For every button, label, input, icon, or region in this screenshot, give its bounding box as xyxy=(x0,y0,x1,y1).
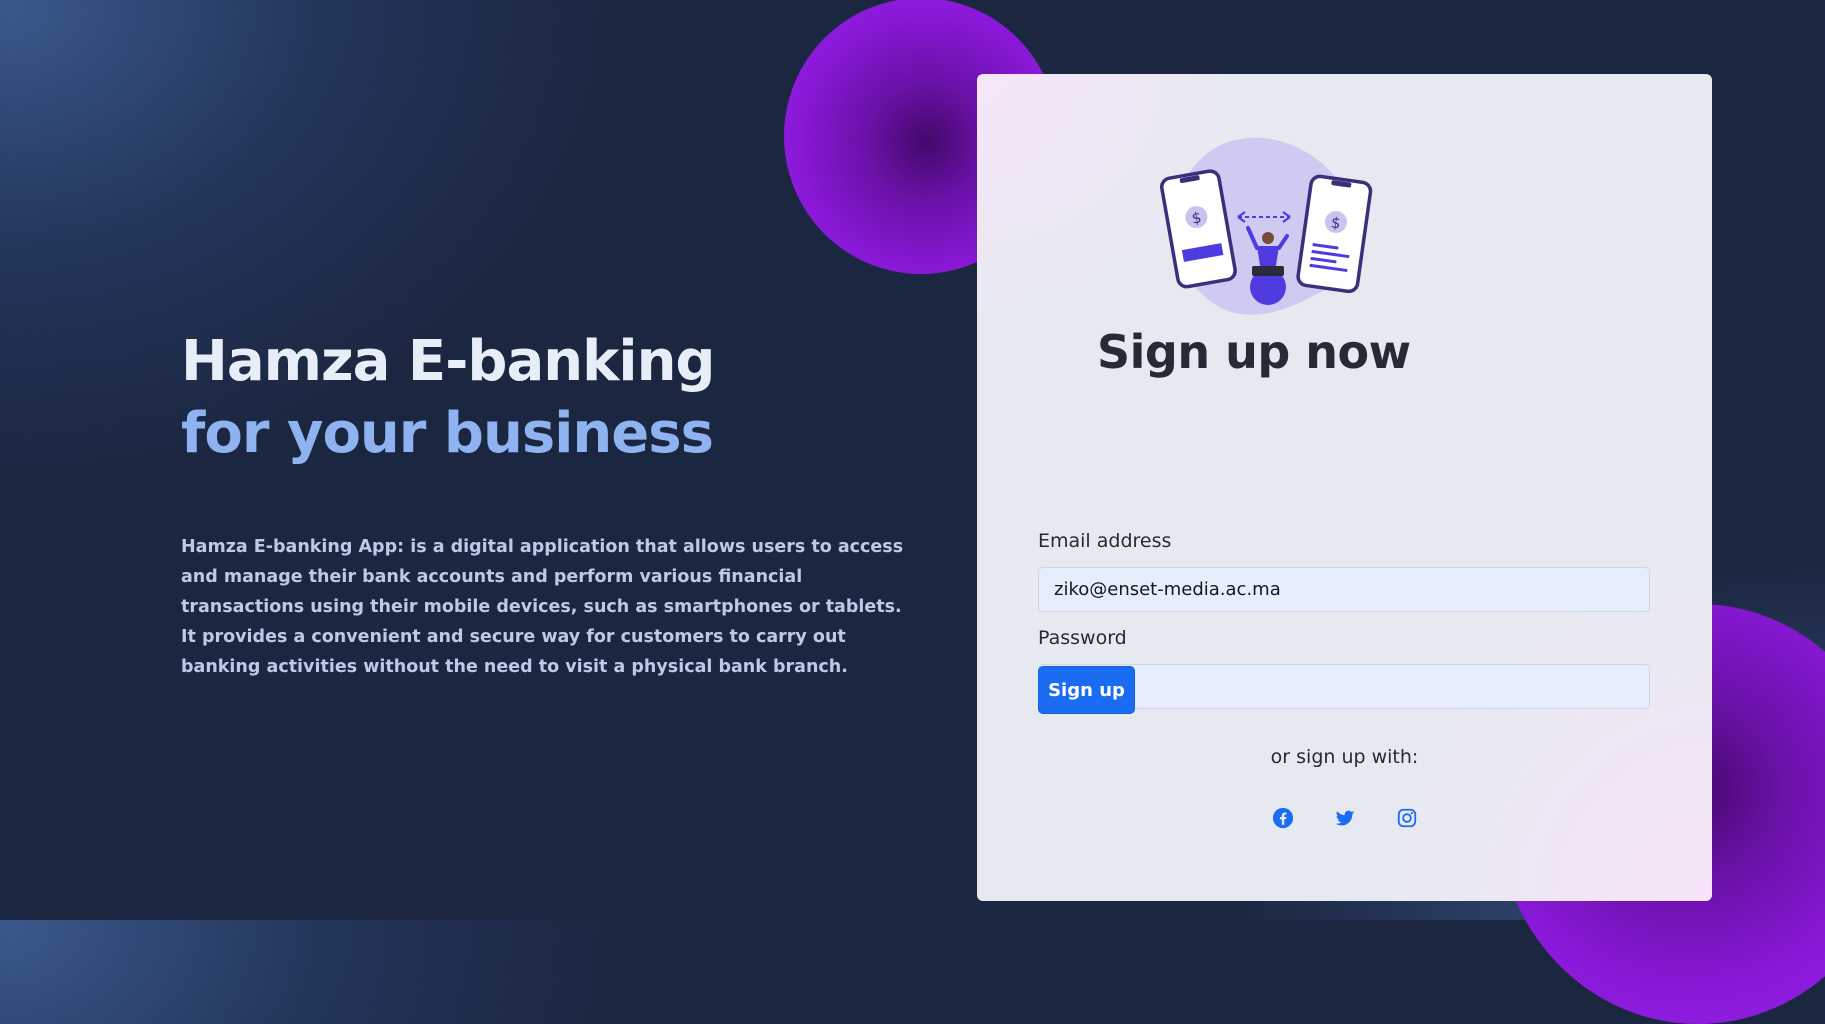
twitter-icon[interactable] xyxy=(1333,806,1357,830)
signup-heading: Sign up now xyxy=(1097,325,1411,379)
hero-title-line1: Hamza E-banking xyxy=(181,329,716,394)
instagram-icon[interactable] xyxy=(1395,806,1419,830)
email-field[interactable] xyxy=(1038,567,1650,612)
signup-card: $ $ Sign up now Email address Password S… xyxy=(977,74,1712,901)
password-label: Password xyxy=(1038,627,1127,649)
sign-up-button[interactable]: Sign up xyxy=(1038,666,1135,714)
facebook-icon[interactable] xyxy=(1271,806,1295,830)
mobile-banking-illustration: $ $ xyxy=(1160,137,1373,315)
hero-title: Hamza E-banking for your business xyxy=(181,326,921,470)
hero-description: Hamza E-banking App: is a digital applic… xyxy=(181,537,904,677)
alt-signup-text: or sign up with: xyxy=(1270,746,1419,768)
email-label: Email address xyxy=(1038,530,1172,552)
hero-section: Hamza E-banking for your business Hamza … xyxy=(181,326,921,682)
hero-title-line2: for your business xyxy=(181,401,714,466)
